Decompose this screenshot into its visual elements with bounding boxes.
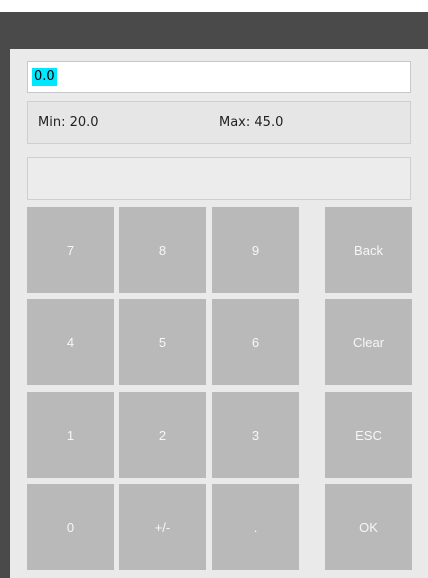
key-3[interactable]: 3 xyxy=(212,392,299,478)
key-4[interactable]: 4 xyxy=(27,299,114,385)
ok-button[interactable]: OK xyxy=(325,484,412,570)
window-titlebar[interactable] xyxy=(0,12,428,49)
esc-button[interactable]: ESC xyxy=(325,392,412,478)
plus-minus-button[interactable]: +/- xyxy=(119,484,206,570)
clear-button[interactable]: Clear xyxy=(325,299,412,385)
key-1[interactable]: 1 xyxy=(27,392,114,478)
decimal-point-button[interactable]: . xyxy=(212,484,299,570)
min-label: Min: xyxy=(38,115,66,130)
max-range: Max: 45.0 xyxy=(219,115,283,130)
selected-value-text: 0.0 xyxy=(32,68,57,86)
back-button[interactable]: Back xyxy=(325,207,412,293)
status-message-box xyxy=(27,157,411,200)
min-range: Min: 20.0 xyxy=(38,115,99,130)
min-value: 20.0 xyxy=(69,115,99,130)
key-6[interactable]: 6 xyxy=(212,299,299,385)
numeric-keypad-window: 0.0 Min: 20.0 Max: 45.0 7 8 9 Back 4 5 6… xyxy=(0,0,428,578)
value-input[interactable]: 0.0 xyxy=(27,61,411,93)
key-9[interactable]: 9 xyxy=(212,207,299,293)
key-2[interactable]: 2 xyxy=(119,392,206,478)
key-8[interactable]: 8 xyxy=(119,207,206,293)
window-left-border xyxy=(0,12,10,578)
max-label: Max: xyxy=(219,115,251,130)
max-value: 45.0 xyxy=(254,115,284,130)
key-0[interactable]: 0 xyxy=(27,484,114,570)
range-display: Min: 20.0 Max: 45.0 xyxy=(27,101,411,144)
key-7[interactable]: 7 xyxy=(27,207,114,293)
key-5[interactable]: 5 xyxy=(119,299,206,385)
